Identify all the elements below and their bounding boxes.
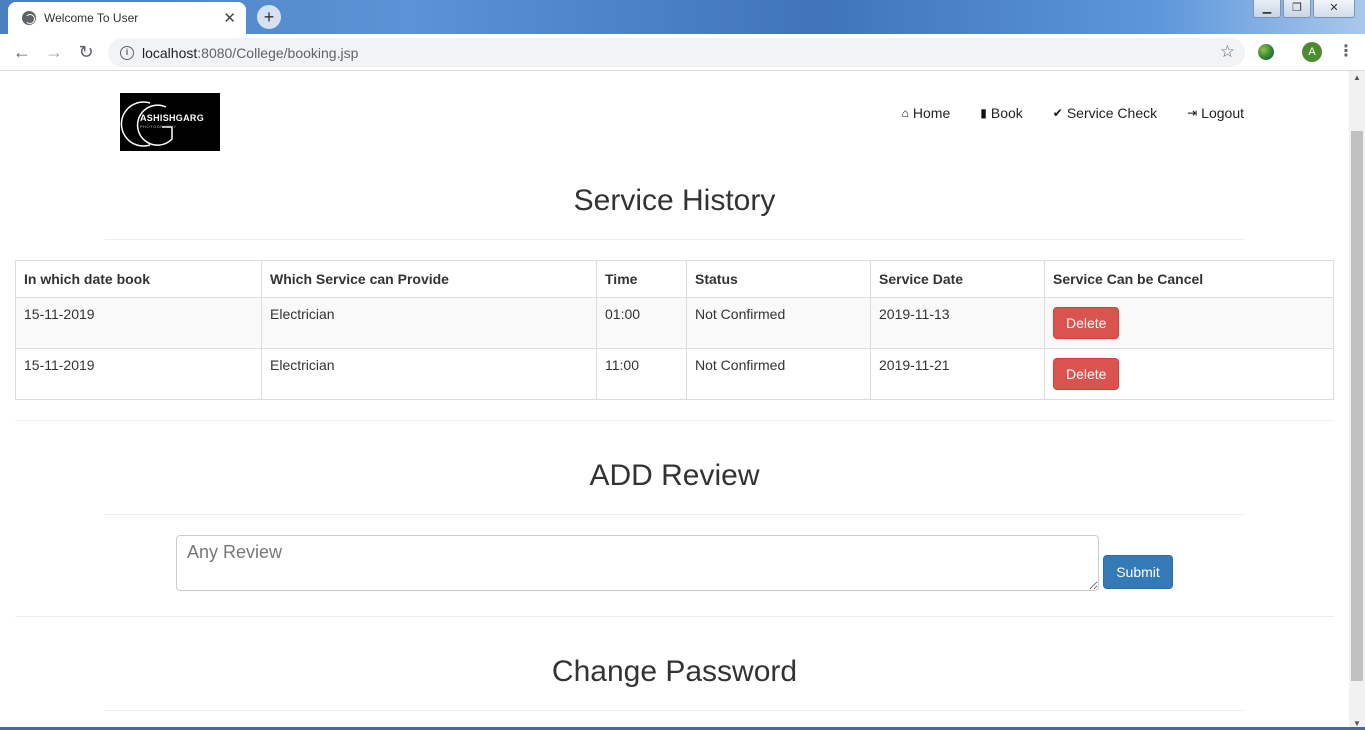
cell-time: 11:00: [596, 348, 687, 400]
cell-service: Electrician: [261, 348, 597, 400]
extension-icon[interactable]: [1258, 44, 1274, 60]
scroll-thumb[interactable]: [1351, 131, 1363, 681]
kebab-menu-icon[interactable]: ⋮: [1338, 41, 1354, 61]
add-review-title: ADD Review: [589, 459, 760, 492]
page-content: ASHISHGARG PHOTOGRAPHY ⌂ Home ▮ Book ✔ S…: [0, 71, 1349, 730]
delete-button[interactable]: Delete: [1053, 307, 1120, 339]
change-password-title: Change Password: [551, 655, 798, 688]
cell-service: Electrician: [261, 297, 597, 349]
close-window-icon[interactable]: ✕: [1313, 0, 1355, 18]
window-controls: ▁ ❐ ✕: [1253, 0, 1355, 18]
cell-service-date: 2019-11-21: [870, 348, 1045, 400]
scroll-up-icon[interactable]: ▲: [1353, 73, 1361, 82]
divider: [105, 514, 1245, 515]
site-logo[interactable]: ASHISHGARG PHOTOGRAPHY: [120, 93, 220, 151]
main-nav: ⌂ Home ▮ Book ✔ Service Check ⇥ Logout: [902, 105, 1244, 121]
nav-service-check[interactable]: ✔ Service Check: [1053, 105, 1157, 121]
cell-service-date: 2019-11-13: [870, 297, 1045, 349]
cell-time: 01:00: [596, 297, 687, 349]
divider: [15, 616, 1334, 617]
table-row: 15-11-2019 Electrician 11:00 Not Confirm…: [15, 348, 1334, 400]
cell-status: Not Confirmed: [686, 348, 871, 400]
reload-icon[interactable]: ↻: [70, 36, 102, 68]
submit-button[interactable]: Submit: [1103, 555, 1173, 589]
back-arrow-icon[interactable]: ←: [6, 36, 38, 68]
forward-arrow-icon[interactable]: →: [38, 36, 70, 68]
url-host: localhost: [142, 44, 198, 61]
nav-logout-label: Logout: [1201, 105, 1244, 121]
cell-date-booked: 15-11-2019: [15, 297, 262, 349]
nav-book[interactable]: ▮ Book: [980, 105, 1023, 121]
col-service: Which Service can Provide: [261, 260, 597, 298]
logout-icon: ⇥: [1187, 106, 1198, 120]
service-history-table: In which date book Which Service can Pro…: [15, 260, 1334, 400]
delete-button[interactable]: Delete: [1053, 358, 1120, 390]
divider: [105, 239, 1245, 240]
nav-book-label: Book: [990, 105, 1023, 121]
cell-date-booked: 15-11-2019: [15, 348, 262, 400]
nav-home-label: Home: [912, 105, 951, 121]
minimize-icon[interactable]: ▁: [1253, 0, 1281, 18]
divider: [105, 710, 1245, 711]
bookmark-star-icon[interactable]: ☆: [1220, 42, 1235, 62]
close-tab-icon[interactable]: ✕: [223, 9, 236, 27]
globe-icon: [22, 11, 36, 25]
tab-title: Welcome To User: [44, 11, 139, 25]
col-time: Time: [596, 260, 687, 298]
col-date-booked: In which date book: [15, 260, 262, 298]
new-tab-button[interactable]: +: [257, 5, 281, 29]
logo-subtext: PHOTOGRAPHY: [140, 124, 177, 129]
col-service-date: Service Date: [870, 260, 1045, 298]
nav-service-check-label: Service Check: [1066, 105, 1158, 121]
file-icon: ▮: [980, 106, 987, 120]
cell-action: Delete: [1044, 297, 1334, 349]
browser-toolbar: ← → ↻ i localhost:8080/College/booking.j…: [0, 34, 1365, 71]
logo-text: ASHISHGARG: [140, 113, 205, 123]
info-icon[interactable]: i: [120, 45, 134, 60]
divider: [15, 420, 1334, 421]
page-scrollbar[interactable]: ▲ ▼: [1349, 71, 1365, 730]
review-input[interactable]: [176, 535, 1099, 591]
nav-home[interactable]: ⌂ Home: [902, 105, 951, 121]
nav-logout[interactable]: ⇥ Logout: [1187, 105, 1244, 121]
restore-icon[interactable]: ❐: [1283, 0, 1311, 18]
table-header-row: In which date book Which Service can Pro…: [15, 260, 1334, 298]
home-icon: ⌂: [901, 106, 909, 120]
check-icon: ✔: [1052, 106, 1063, 120]
col-cancel: Service Can be Cancel: [1044, 260, 1334, 298]
service-history-title: Service History: [573, 184, 776, 217]
browser-tab[interactable]: Welcome To User ✕: [8, 2, 246, 34]
url-path: :8080/College/booking.jsp: [197, 44, 359, 61]
profile-avatar[interactable]: A: [1302, 42, 1322, 62]
cell-action: Delete: [1044, 348, 1334, 400]
address-bar[interactable]: i localhost:8080/College/booking.jsp ☆: [108, 38, 1245, 67]
browser-tab-bar: Welcome To User ✕ + ▁ ❐ ✕: [0, 0, 1365, 34]
cell-status: Not Confirmed: [686, 297, 871, 349]
col-status: Status: [686, 260, 871, 298]
table-row: 15-11-2019 Electrician 01:00 Not Confirm…: [15, 297, 1334, 349]
